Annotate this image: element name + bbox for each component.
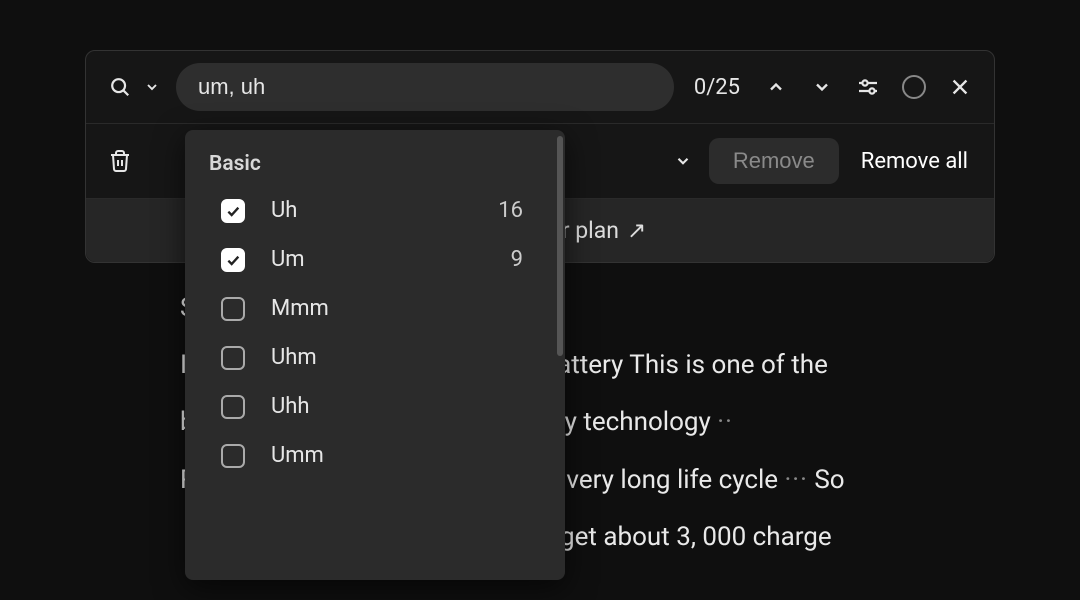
search-bar: 0/25 bbox=[86, 51, 994, 124]
dropdown-item[interactable]: Uh 16 bbox=[185, 186, 565, 235]
search-input[interactable] bbox=[176, 63, 674, 111]
dropdown-item[interactable]: Um 9 bbox=[185, 235, 565, 284]
dropdown-item-count: 9 bbox=[511, 247, 541, 272]
dropdown-item-count: 16 bbox=[498, 198, 541, 223]
scrollbar-thumb[interactable] bbox=[557, 136, 563, 356]
dropdown-item-label: Mmm bbox=[271, 296, 541, 321]
dropdown-item[interactable]: Umm bbox=[185, 431, 565, 480]
dropdown-item-label: Uhm bbox=[271, 345, 541, 370]
checkbox[interactable] bbox=[221, 444, 245, 468]
result-counter: 0/25 bbox=[688, 75, 746, 100]
dropdown-item[interactable]: Uhm bbox=[185, 333, 565, 382]
filler-words-dropdown: Basic Uh 16 Um 9 Mmm Uhm Uhh Umm bbox=[185, 130, 565, 580]
search-mode-cluster bbox=[104, 71, 162, 103]
search-icon[interactable] bbox=[104, 71, 136, 103]
trash-icon[interactable] bbox=[104, 145, 136, 177]
chevron-down-icon[interactable] bbox=[671, 145, 695, 177]
chevron-down-icon[interactable] bbox=[142, 71, 162, 103]
next-match-button[interactable] bbox=[806, 71, 838, 103]
record-toggle[interactable] bbox=[898, 71, 930, 103]
dropdown-item-label: Uhh bbox=[271, 394, 541, 419]
remove-all-button[interactable]: Remove all bbox=[853, 139, 976, 184]
dropdown-section-header: Basic bbox=[185, 130, 565, 186]
checkbox[interactable] bbox=[221, 297, 245, 321]
prev-match-button[interactable] bbox=[760, 71, 792, 103]
checkbox[interactable] bbox=[221, 248, 245, 272]
dropdown-item[interactable]: Mmm bbox=[185, 284, 565, 333]
external-link-icon: ↗ bbox=[627, 217, 646, 244]
checkbox[interactable] bbox=[221, 346, 245, 370]
remove-button[interactable]: Remove bbox=[709, 138, 839, 184]
dropdown-item-label: Um bbox=[271, 247, 485, 272]
settings-sliders-icon[interactable] bbox=[852, 71, 884, 103]
checkbox[interactable] bbox=[221, 199, 245, 223]
dropdown-item-label: Uh bbox=[271, 198, 472, 223]
dropdown-item-label: Umm bbox=[271, 443, 541, 468]
close-button[interactable] bbox=[944, 71, 976, 103]
dropdown-item[interactable]: Uhh bbox=[185, 382, 565, 431]
checkbox[interactable] bbox=[221, 395, 245, 419]
